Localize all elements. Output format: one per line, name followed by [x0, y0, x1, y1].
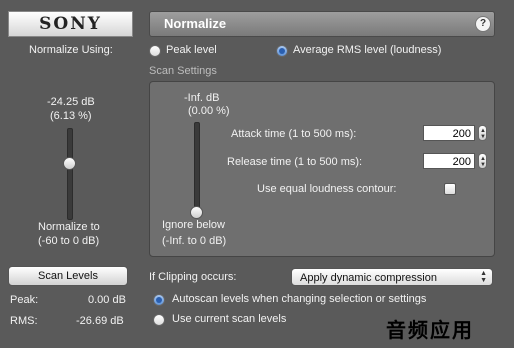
use-current-scan-radio[interactable]	[153, 314, 165, 326]
autoscan-radio[interactable]	[153, 294, 165, 306]
clipping-dropdown-value: Apply dynamic compression	[300, 272, 437, 284]
peak-level-option[interactable]: Peak level	[149, 44, 259, 58]
average-rms-radio[interactable]	[276, 45, 288, 57]
autoscan-label: Autoscan levels when changing selection …	[172, 293, 427, 305]
help-icon[interactable]: ?	[475, 16, 491, 32]
attack-time-stepper[interactable]: ▲ ▼	[478, 125, 487, 141]
scan-settings-panel: -Inf. dB (0.00 %) Ignore below (-Inf. to…	[149, 81, 495, 257]
watermark-text: 音频应用	[386, 318, 474, 342]
clipping-dropdown[interactable]: Apply dynamic compression ▲ ▼	[291, 268, 493, 286]
peak-level-radio[interactable]	[149, 45, 161, 57]
rms-value: -26.69 dB	[76, 315, 124, 327]
attack-time-label: Attack time (1 to 500 ms):	[231, 128, 357, 140]
autoscan-option[interactable]: Autoscan levels when changing selection …	[153, 293, 453, 307]
normalize-range-label: (-60 to 0 dB)	[38, 235, 100, 247]
normalize-value-db: -24.25 dB	[47, 96, 95, 108]
average-rms-label: Average RMS level (loudness)	[293, 44, 442, 56]
scan-levels-button[interactable]: Scan Levels	[8, 266, 128, 286]
ignore-below-value-pct: (0.00 %)	[188, 105, 230, 117]
header-bar: Normalize ?	[149, 11, 495, 37]
peak-label: Peak:	[10, 294, 39, 306]
ignore-below-slider-track[interactable]	[194, 122, 200, 212]
peak-value: 0.00 dB	[88, 294, 126, 306]
normalize-value-pct: (6.13 %)	[50, 110, 92, 122]
average-rms-option[interactable]: Average RMS level (loudness)	[276, 44, 491, 58]
sony-logo: SONY	[8, 11, 133, 37]
release-time-label: Release time (1 to 500 ms):	[227, 156, 363, 168]
normalize-slider-thumb[interactable]	[63, 157, 76, 170]
equal-loudness-checkbox[interactable]	[444, 183, 456, 195]
normalize-slider-track[interactable]	[67, 128, 73, 220]
dropdown-arrows-icon: ▲ ▼	[480, 270, 487, 284]
use-current-scan-label: Use current scan levels	[172, 313, 287, 325]
use-current-scan-option[interactable]: Use current scan levels	[153, 313, 313, 327]
rms-label: RMS:	[10, 315, 38, 327]
equal-loudness-label: Use equal loudness contour:	[257, 183, 397, 195]
release-time-stepper[interactable]: ▲ ▼	[478, 153, 487, 169]
ignore-below-range-label: (-Inf. to 0 dB)	[162, 235, 227, 247]
ignore-below-value-db: -Inf. dB	[184, 92, 220, 104]
if-clipping-label: If Clipping occurs:	[149, 271, 237, 283]
normalize-to-label: Normalize to	[38, 221, 100, 233]
header-title: Normalize	[164, 16, 227, 31]
normalize-using-label: Normalize Using:	[29, 44, 113, 56]
ignore-below-label: Ignore below	[162, 219, 225, 231]
ignore-below-slider-thumb[interactable]	[190, 206, 203, 219]
attack-time-field[interactable]: 200	[423, 125, 475, 141]
scan-settings-title: Scan Settings	[149, 65, 217, 77]
release-time-field[interactable]: 200	[423, 153, 475, 169]
peak-level-label: Peak level	[166, 44, 217, 56]
